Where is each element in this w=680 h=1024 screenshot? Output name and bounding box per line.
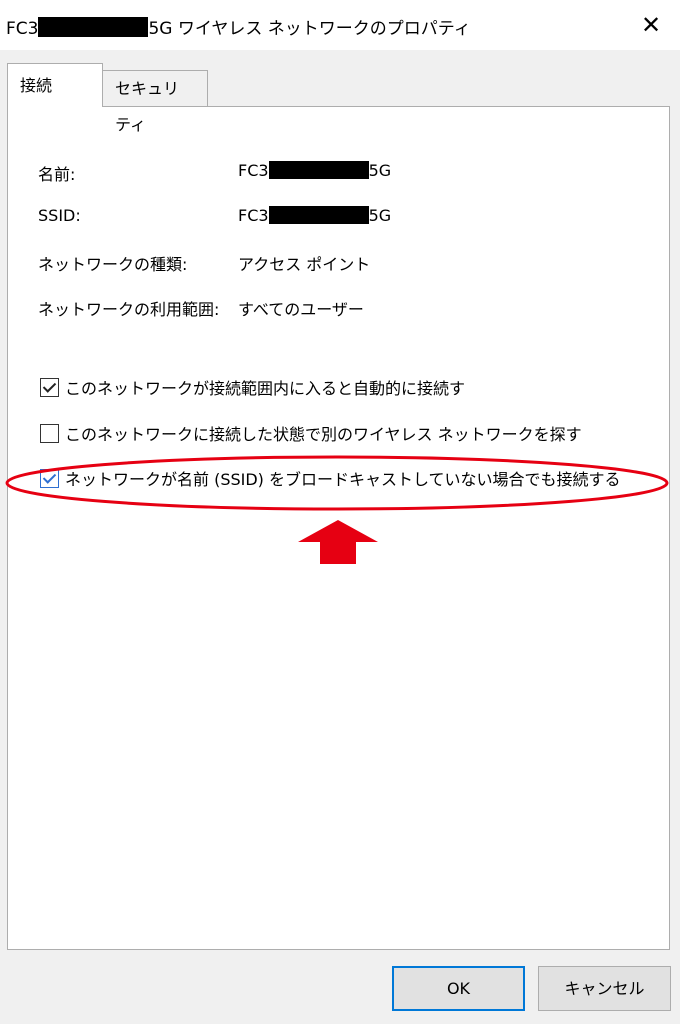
- ssid-label: SSID:: [38, 206, 81, 225]
- tab-panel: [7, 106, 670, 950]
- cancel-button[interactable]: キャンセル: [538, 966, 671, 1011]
- redaction-bar: [38, 17, 149, 37]
- name-value: FC3 5G: [238, 161, 391, 180]
- ssid-value-suffix: 5G: [368, 206, 392, 225]
- title-bar: FC3 5G ワイヤレス ネットワークのプロパティ ✕: [0, 0, 680, 50]
- network-scope-label: ネットワークの利用範囲:: [38, 300, 220, 319]
- tab-connection[interactable]: 接続: [7, 63, 103, 107]
- close-icon[interactable]: ✕: [634, 8, 668, 42]
- network-type-value: アクセス ポイント: [238, 255, 371, 274]
- name-value-suffix: 5G: [368, 161, 392, 180]
- window-title: FC3 5G ワイヤレス ネットワークのプロパティ: [6, 14, 471, 39]
- title-suffix: 5G ワイヤレス ネットワークのプロパティ: [148, 19, 471, 39]
- redaction-bar: [268, 161, 369, 179]
- name-value-prefix: FC3: [238, 161, 269, 180]
- auto-connect-checkbox[interactable]: [40, 377, 59, 397]
- look-for-other-checkbox[interactable]: [40, 423, 59, 443]
- auto-connect-label: このネットワークが接続範囲内に入ると自動的に接続す: [65, 379, 466, 398]
- network-scope-value: すべてのユーザー: [238, 300, 364, 319]
- connect-hidden-checkbox[interactable]: [40, 468, 59, 488]
- ssid-value-prefix: FC3: [238, 206, 269, 225]
- ok-button[interactable]: OK: [392, 966, 525, 1011]
- network-type-label: ネットワークの種類:: [38, 255, 188, 274]
- option-connect-hidden[interactable]: ネットワークが名前 (SSID) をブロードキャストしていない場合でも接続する: [40, 466, 621, 490]
- option-auto-connect[interactable]: このネットワークが接続範囲内に入ると自動的に接続す: [40, 375, 465, 399]
- title-prefix: FC3: [6, 19, 39, 39]
- ssid-value: FC3 5G: [238, 206, 391, 225]
- name-label: 名前:: [38, 165, 76, 184]
- tab-security[interactable]: セキュリティ: [102, 70, 208, 134]
- option-look-for-other[interactable]: このネットワークに接続した状態で別のワイヤレス ネットワークを探す: [40, 421, 582, 445]
- look-for-other-label: このネットワークに接続した状態で別のワイヤレス ネットワークを探す: [65, 425, 582, 444]
- redaction-bar: [268, 206, 369, 224]
- connect-hidden-label: ネットワークが名前 (SSID) をブロードキャストしていない場合でも接続する: [65, 470, 621, 489]
